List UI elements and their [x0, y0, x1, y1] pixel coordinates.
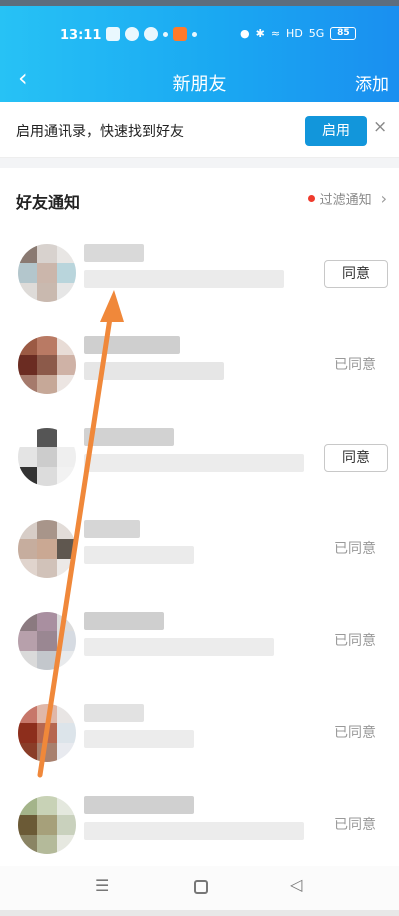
agreed-status: 已同意 [334, 357, 376, 373]
list-item[interactable]: 已同意 [0, 320, 399, 412]
friend-notice-header: 好友通知 过滤通知 › [0, 168, 399, 228]
avatar [18, 612, 76, 670]
blurred-message [84, 638, 274, 656]
friend-request-list: 同意 已同意 同意 已同意 已同意 已同意 已同意 [0, 228, 399, 872]
bottom-edge [0, 910, 399, 916]
chevron-right-icon: › [380, 189, 387, 208]
wechat-icon [144, 27, 158, 41]
blurred-message [84, 822, 304, 840]
calendar-icon [106, 27, 120, 41]
list-item[interactable]: 同意 [0, 228, 399, 320]
status-time: 13:11 [60, 28, 102, 43]
red-dot-icon [307, 195, 315, 202]
agree-button[interactable]: 同意 [324, 260, 388, 288]
list-item[interactable]: 已同意 [0, 596, 399, 688]
water-drop-icon: ● [240, 27, 250, 40]
agree-button[interactable]: 同意 [324, 444, 388, 472]
menu-icon[interactable]: ☰ [95, 876, 109, 895]
avatar [18, 244, 76, 302]
home-icon[interactable] [194, 880, 208, 894]
blurred-message [84, 546, 194, 564]
header: 13:11 ● ✱ ≈ HD 5G 85 ‹ 新朋友 添加 [0, 6, 399, 102]
wifi-icon: ≈ [270, 27, 281, 40]
avatar [18, 428, 76, 486]
enable-contacts-banner: 启用通讯录，快速找到好友 启用 × [0, 102, 399, 158]
blurred-name [84, 612, 164, 630]
blurred-name [84, 428, 174, 446]
blurred-message [84, 454, 304, 472]
blurred-message [84, 730, 194, 748]
nav-bar: ‹ 新朋友 添加 [0, 62, 399, 102]
system-navigation-bar: ☰ ◁ [0, 866, 399, 910]
agreed-status: 已同意 [334, 817, 376, 833]
dot-icon [192, 31, 197, 37]
section-title: 好友通知 [16, 193, 81, 212]
avatar [18, 336, 76, 394]
blurred-name [84, 244, 144, 262]
back-triangle-icon[interactable]: ◁ [290, 875, 302, 894]
battery-icon: 85 [330, 27, 357, 40]
filter-notifications-link[interactable]: 过滤通知 › [307, 189, 387, 208]
dot-icon [163, 31, 168, 37]
status-left-icons [106, 27, 197, 41]
avatar [18, 520, 76, 578]
blurred-message [84, 270, 284, 288]
hd-icon: HD [286, 27, 303, 40]
section-divider [0, 158, 399, 168]
list-item[interactable]: 已同意 [0, 780, 399, 872]
bluetooth-icon: ✱ [255, 27, 265, 40]
agreed-status: 已同意 [334, 633, 376, 649]
blurred-name [84, 336, 180, 354]
blurred-name [84, 704, 144, 722]
list-item[interactable]: 同意 [0, 412, 399, 504]
signal-icon: 5G [308, 27, 325, 40]
blurred-message [84, 362, 224, 380]
close-icon[interactable]: × [373, 117, 387, 137]
app-icon-orange [173, 27, 187, 41]
status-bar: 13:11 ● ✱ ≈ HD 5G 85 [0, 24, 399, 50]
list-item[interactable]: 已同意 [0, 504, 399, 596]
enable-contacts-text: 启用通讯录，快速找到好友 [16, 124, 184, 140]
blurred-name [84, 796, 194, 814]
avatar [18, 704, 76, 762]
enable-contacts-button[interactable]: 启用 [305, 116, 367, 146]
add-friend-button[interactable]: 添加 [355, 70, 389, 95]
avatar [18, 796, 76, 854]
agreed-status: 已同意 [334, 725, 376, 741]
blurred-name [84, 520, 140, 538]
chat-icon [125, 27, 139, 41]
filter-label: 过滤通知 [319, 193, 372, 208]
list-item[interactable]: 已同意 [0, 688, 399, 780]
status-right-icons: ● ✱ ≈ HD 5G 85 [240, 27, 357, 40]
agreed-status: 已同意 [334, 541, 376, 557]
page-title: 新朋友 [172, 74, 227, 95]
